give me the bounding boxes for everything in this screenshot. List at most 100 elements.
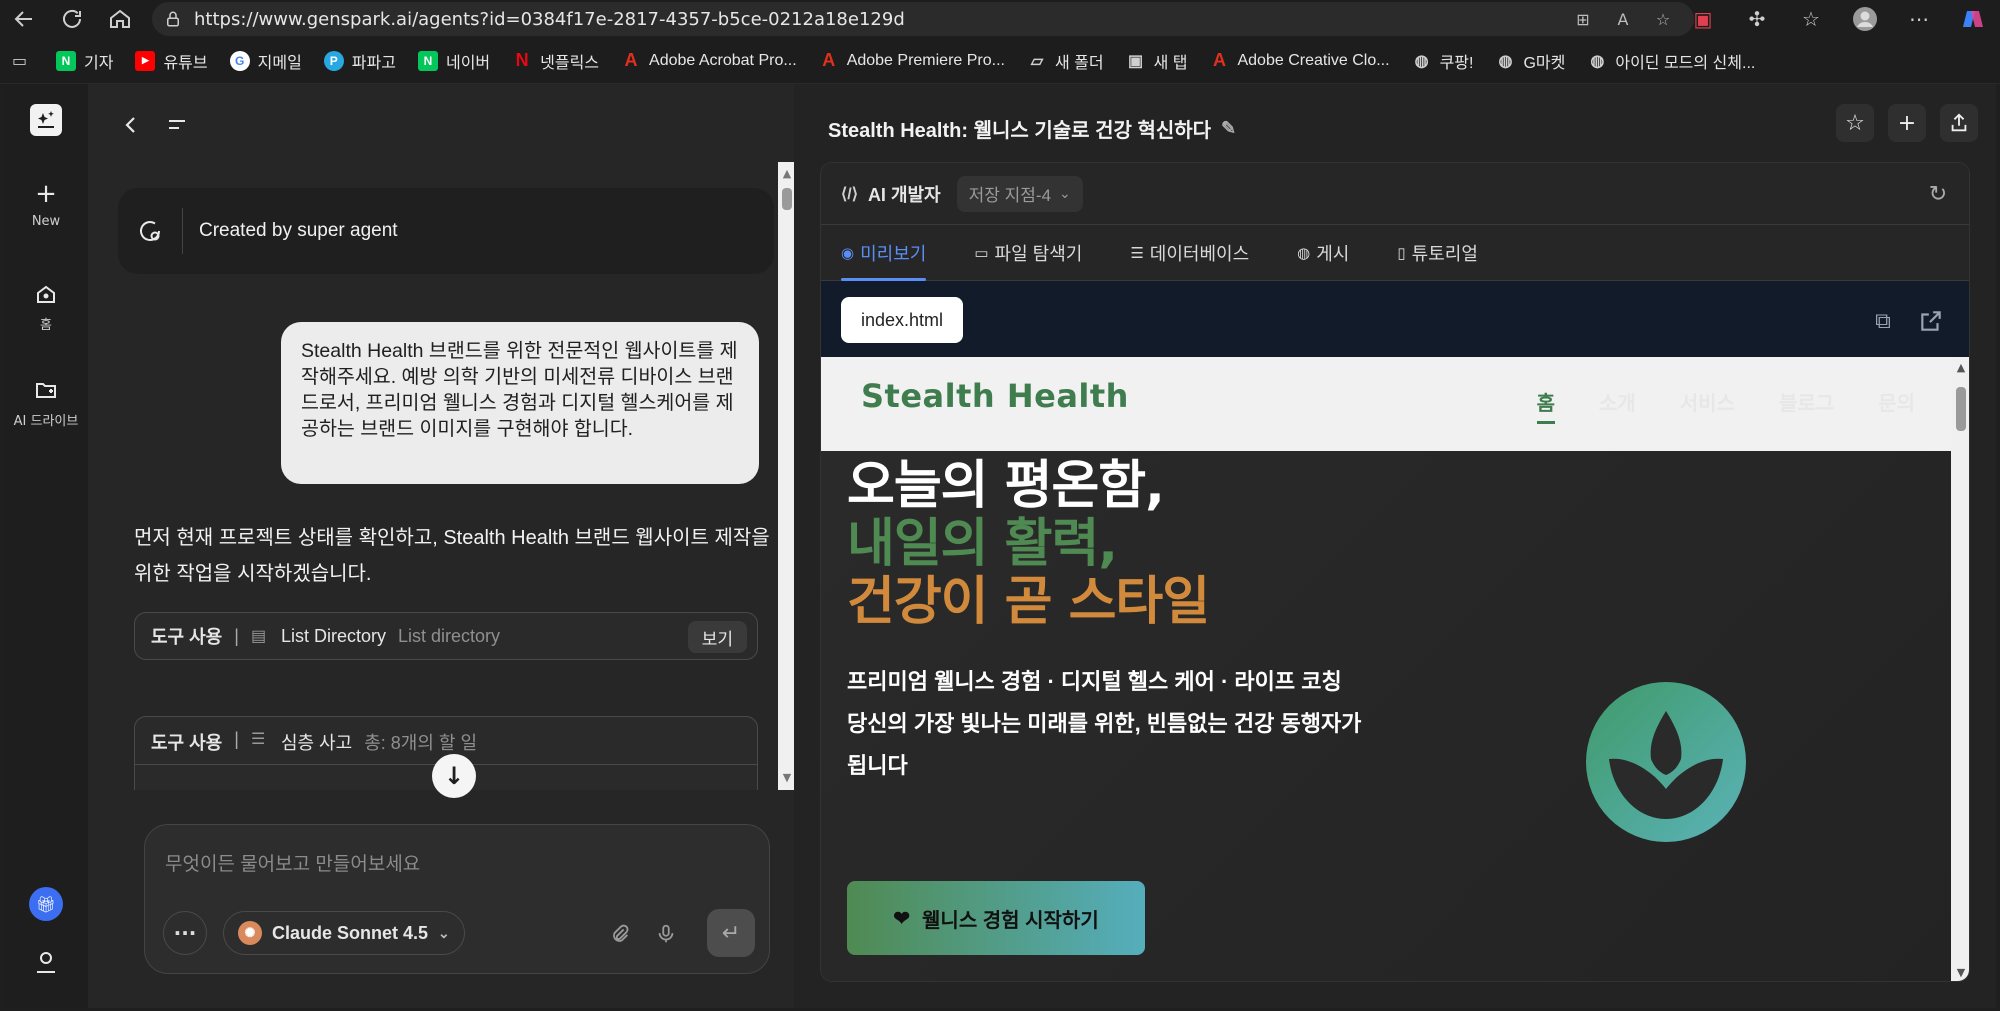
project-title: Stealth Health: 웰니스 기술로 건강 혁신하다 ✎ bbox=[828, 118, 1237, 142]
checklist-icon: ☰ bbox=[250, 731, 266, 748]
bookmarks-bar: ▭ N 기자 ▶ 유튜브 G 지메일 P 파파고 N 네이버 N 넷플릭스 A Adobe A… bbox=[0, 38, 2000, 84]
add-icon[interactable]: + bbox=[1888, 104, 1926, 142]
hero-subtitle: 프리미엄 웰니스 경험 · 디지털 헬스 케어 · 라이프 코칭 당신의 가장 … bbox=[847, 669, 1362, 778]
rail-home-button[interactable]: 홈 bbox=[4, 280, 88, 333]
site-menu-contact[interactable]: 문의 bbox=[1878, 387, 1915, 416]
scroll-down-button[interactable]: ↓ bbox=[432, 754, 476, 798]
tab-preview[interactable]: ◉ 미리보기 bbox=[841, 225, 927, 281]
rail-new-button[interactable]: + New bbox=[4, 179, 88, 229]
preview-scrollbar[interactable]: ▲ ▼ bbox=[1951, 357, 1969, 981]
ide-header: ⟨/⟩ AI 개발자 저장 지점-4 ⌄ ↻ bbox=[821, 163, 1969, 225]
reading-view-icon[interactable]: ▭ bbox=[12, 51, 32, 71]
extension-pocket-icon[interactable]: ▣ bbox=[1688, 4, 1718, 34]
divider bbox=[182, 208, 183, 254]
gift-icon[interactable]: 🎁︎ bbox=[29, 887, 63, 921]
star-icon[interactable]: ☆ bbox=[1836, 104, 1874, 142]
tab-file-explorer[interactable]: ▭ 파일 탐색기 bbox=[974, 225, 1082, 281]
reload-icon[interactable] bbox=[54, 1, 90, 37]
rail-drive-button[interactable]: AI 드라이브 bbox=[4, 376, 88, 429]
open-external-icon[interactable] bbox=[1915, 305, 1947, 337]
scroll-up-arrow-icon[interactable]: ▲ bbox=[781, 168, 793, 180]
ide-frame: ⟨/⟩ AI 개발자 저장 지점-4 ⌄ ↻ ◉ 미리보기 ▭ 파일 탐색기 ☰… bbox=[820, 162, 1970, 982]
folder-icon: ▱ bbox=[1030, 52, 1044, 70]
tab-icon: ▣ bbox=[1128, 52, 1144, 70]
read-aloud-icon[interactable]: A bbox=[1612, 8, 1634, 30]
cta-button[interactable]: ❤ 웰니스 경험 시작하기 bbox=[847, 881, 1145, 955]
site-menu-services[interactable]: 서비스 bbox=[1680, 387, 1735, 416]
scrollbar-thumb[interactable] bbox=[1956, 387, 1966, 431]
bookmark-item[interactable]: G 지메일 bbox=[229, 49, 302, 73]
site-menu-home[interactable]: 홈 bbox=[1536, 387, 1556, 424]
lotus-emblem-icon bbox=[1586, 682, 1746, 842]
globe-icon: ◍ bbox=[1590, 52, 1605, 70]
home-icon[interactable] bbox=[102, 1, 138, 37]
website-preview: Stealth Health 홈 소개 서비스 블로그 문의 오늘의 평온함, … bbox=[821, 357, 1951, 981]
hero-headline-line3: 건강이 곧 스타일 bbox=[847, 572, 1210, 632]
share-icon[interactable] bbox=[1940, 104, 1978, 142]
chevron-left-icon[interactable] bbox=[116, 110, 146, 140]
hero-headline-line1: 오늘의 평온함, bbox=[847, 456, 1165, 516]
bookmark-item[interactable]: ▶ 유튜브 bbox=[135, 49, 208, 73]
model-selector[interactable]: ✺ Claude Sonnet 4.5 ⌄ bbox=[223, 911, 465, 955]
back-icon[interactable] bbox=[6, 1, 42, 37]
created-by-text: Created by super agent bbox=[199, 220, 398, 241]
preview-panel: Stealth Health: 웰니스 기술로 건강 혁신하다 ✎ ☆ + ⟨/… bbox=[794, 84, 1996, 1008]
save-point-dropdown[interactable]: 저장 지점-4 ⌄ bbox=[956, 175, 1083, 212]
bookmark-item[interactable]: A Adobe Premiere Pro... bbox=[819, 50, 1005, 71]
profile-avatar[interactable] bbox=[1850, 4, 1880, 34]
tab-tutorial[interactable]: ▯ 튜토리얼 bbox=[1397, 225, 1478, 281]
google-icon: G bbox=[229, 50, 250, 71]
microphone-icon[interactable] bbox=[653, 921, 679, 947]
scrollbar-thumb[interactable] bbox=[782, 188, 792, 210]
menu-icon[interactable] bbox=[162, 110, 192, 140]
bookmark-item[interactable]: A Adobe Creative Clo... bbox=[1209, 50, 1390, 71]
more-menu-icon[interactable]: ⋯ bbox=[1904, 4, 1934, 34]
globe-icon: ◍ bbox=[1297, 244, 1311, 262]
message-composer[interactable]: 무엇이든 물어보고 만들어보세요 ··· ✺ Claude Sonnet 4.5… bbox=[144, 824, 770, 974]
bookmark-item[interactable]: ▣ 새 탭 bbox=[1126, 49, 1187, 73]
bookmark-item[interactable]: ◍ 쿠팡! bbox=[1412, 49, 1474, 73]
edit-pencil-icon[interactable]: ✎ bbox=[1221, 118, 1236, 139]
bookmark-item[interactable]: A Adobe Acrobat Pro... bbox=[621, 50, 797, 71]
favorite-star-icon[interactable]: ☆ bbox=[1652, 8, 1674, 30]
papago-icon: P bbox=[323, 50, 344, 71]
scroll-down-arrow-icon[interactable]: ▼ bbox=[781, 772, 793, 784]
view-button[interactable]: 보기 bbox=[687, 621, 747, 653]
adobe-icon: A bbox=[1212, 50, 1226, 70]
tab-database[interactable]: ☰ 데이터베이스 bbox=[1130, 225, 1249, 281]
app-logo[interactable] bbox=[30, 104, 62, 136]
composer-placeholder[interactable]: 무엇이든 물어보고 만들어보세요 bbox=[165, 849, 420, 876]
device-toggle-icon[interactable]: ⧉ bbox=[1867, 305, 1899, 337]
bookmark-item[interactable]: ◍ 아이딘 모드의 신체... bbox=[1587, 49, 1755, 73]
address-bar[interactable]: https://www.genspark.ai/agents?id=0384f1… bbox=[152, 2, 1694, 36]
bookmark-item[interactable]: P 파파고 bbox=[323, 49, 396, 73]
scroll-up-arrow-icon[interactable]: ▲ bbox=[1955, 361, 1967, 374]
site-menu-blog[interactable]: 블로그 bbox=[1779, 387, 1834, 416]
more-options-button[interactable]: ··· bbox=[163, 911, 207, 955]
user-message: Stealth Health 브랜드를 위한 전문적인 웹사이트를 제작해주세요… bbox=[281, 322, 759, 484]
bookmark-item[interactable]: ◍ G마켓 bbox=[1495, 49, 1565, 73]
naver-icon: N bbox=[417, 50, 438, 71]
site-menu-about[interactable]: 소개 bbox=[1599, 387, 1636, 416]
adobe-icon: A bbox=[822, 50, 836, 70]
bookmark-item[interactable]: N 네이버 bbox=[417, 49, 490, 73]
copilot-icon[interactable] bbox=[1958, 4, 1988, 34]
send-button[interactable]: ↵ bbox=[707, 909, 755, 957]
site-menu: 홈 소개 서비스 블로그 문의 bbox=[1536, 387, 1915, 424]
site-logo[interactable]: Stealth Health bbox=[861, 377, 1129, 415]
user-icon[interactable] bbox=[32, 948, 60, 976]
tool-use-card[interactable]: 도구 사용 | ▤ List Directory List directory … bbox=[134, 612, 758, 660]
apps-icon[interactable]: ⊞ bbox=[1572, 8, 1594, 30]
bookmark-item[interactable]: ▱ 새 폴더 bbox=[1027, 49, 1104, 73]
file-bar: index.html ⧉ bbox=[821, 281, 1969, 357]
bookmark-item[interactable]: N 넷플릭스 bbox=[512, 49, 599, 73]
file-tab-index[interactable]: index.html bbox=[841, 297, 964, 343]
drive-folder-icon bbox=[32, 376, 60, 404]
refresh-icon[interactable]: ↻ bbox=[1925, 181, 1951, 207]
bookmark-item[interactable]: N 기자 bbox=[56, 49, 113, 73]
scroll-down-arrow-icon[interactable]: ▼ bbox=[1955, 966, 1967, 979]
favorites-icon[interactable]: ☆ bbox=[1796, 4, 1826, 34]
tab-publish[interactable]: ◍ 게시 bbox=[1297, 225, 1349, 281]
extensions-icon[interactable]: ✣ bbox=[1742, 4, 1772, 34]
attach-icon[interactable] bbox=[607, 921, 633, 947]
